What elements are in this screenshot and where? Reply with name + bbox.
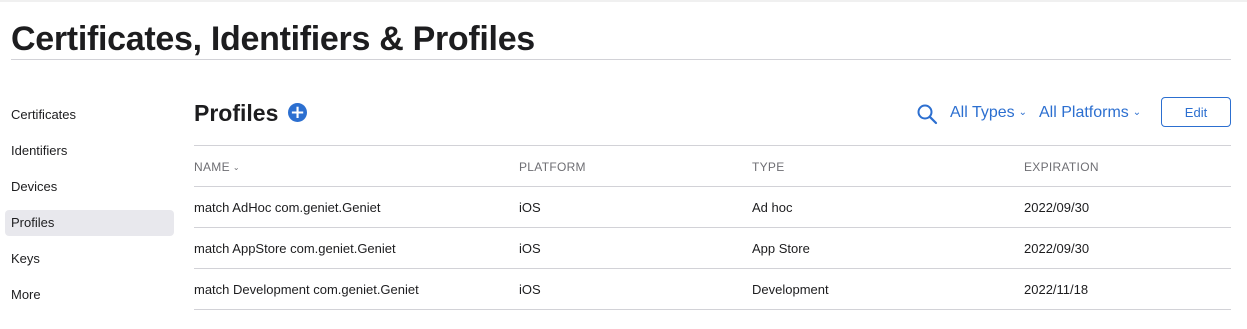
edit-button[interactable]: Edit xyxy=(1161,97,1231,127)
top-border xyxy=(0,0,1247,2)
profile-name: match Development com.geniet.Geniet xyxy=(194,282,419,297)
profile-platform: iOS xyxy=(519,282,541,297)
platforms-filter-dropdown[interactable]: All Platforms ⌄ xyxy=(1039,102,1141,126)
profile-type: Ad hoc xyxy=(752,200,793,215)
profile-expiration: 2022/11/18 xyxy=(1024,282,1089,297)
profile-type: App Store xyxy=(752,241,810,256)
sidebar-item-certificates[interactable]: Certificates xyxy=(5,102,174,128)
table-row[interactable]: match AppStore com.geniet.Geniet iOS App… xyxy=(194,228,1231,269)
search-icon[interactable] xyxy=(916,103,938,125)
row-divider xyxy=(194,309,1231,310)
types-filter-dropdown[interactable]: All Types ⌄ xyxy=(950,102,1027,126)
column-header-expiration[interactable]: EXPIRATION xyxy=(1024,159,1099,175)
sidebar-item-keys[interactable]: Keys xyxy=(5,246,174,272)
profile-platform: iOS xyxy=(519,241,541,256)
types-filter-label: All Types xyxy=(950,104,1015,121)
sidebar-item-devices[interactable]: Devices xyxy=(5,174,174,200)
column-header-name[interactable]: NAME ⌄ xyxy=(194,159,240,177)
profile-expiration: 2022/09/30 xyxy=(1024,200,1090,215)
profile-name: match AdHoc com.geniet.Geniet xyxy=(194,200,381,215)
profile-expiration: 2022/09/30 xyxy=(1024,241,1090,256)
profile-platform: iOS xyxy=(519,200,541,215)
chevron-down-icon: ⌄ xyxy=(232,163,240,172)
sidebar-item-profiles[interactable]: Profiles xyxy=(5,210,174,236)
title-divider xyxy=(11,59,1231,60)
table-row[interactable]: match Development com.geniet.Geniet iOS … xyxy=(194,269,1231,310)
profile-type: Development xyxy=(752,282,829,297)
add-profile-button[interactable]: + xyxy=(288,103,307,122)
column-header-platform[interactable]: PLATFORM xyxy=(519,159,586,175)
sidebar-item-identifiers[interactable]: Identifiers xyxy=(5,138,174,164)
chevron-down-icon: ⌄ xyxy=(1132,107,1142,118)
chevron-down-icon: ⌄ xyxy=(1018,107,1028,118)
sidebar-item-more[interactable]: More xyxy=(5,282,174,308)
table-row[interactable]: match AdHoc com.geniet.Geniet iOS Ad hoc… xyxy=(194,187,1231,228)
platforms-filter-label: All Platforms xyxy=(1039,104,1129,121)
page-title: Certificates, Identifiers & Profiles xyxy=(11,20,535,58)
column-header-type[interactable]: TYPE xyxy=(752,159,785,175)
profile-name: match AppStore com.geniet.Geniet xyxy=(194,241,396,256)
sidebar: Certificates Identifiers Devices Profile… xyxy=(5,102,174,318)
section-title: Profiles xyxy=(194,100,279,126)
table-top-divider xyxy=(194,145,1231,146)
